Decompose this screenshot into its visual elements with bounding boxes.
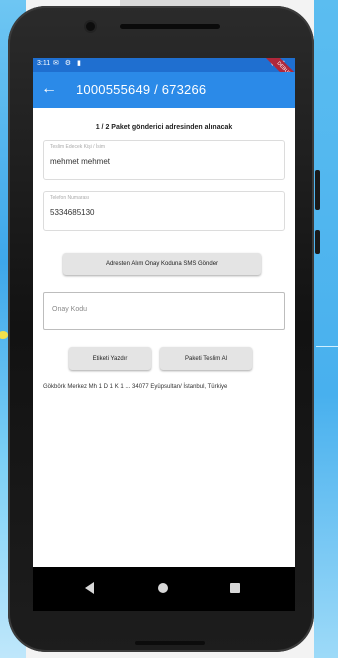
app-bar: ← 1000555649 / 673266 bbox=[33, 72, 295, 108]
send-sms-button[interactable]: Adresten Alım Onay Koduna SMS Gönder bbox=[63, 253, 261, 275]
volume-button bbox=[315, 170, 320, 210]
print-label-button[interactable]: Etiketi Yazdır bbox=[69, 347, 151, 370]
page-title: 1000555649 / 673266 bbox=[76, 82, 207, 97]
system-navigation-bar bbox=[33, 567, 295, 611]
nav-recents-icon[interactable] bbox=[230, 583, 240, 593]
back-arrow-icon[interactable]: ← bbox=[41, 80, 57, 98]
background-right bbox=[314, 0, 338, 658]
pickup-info-text: 1 / 2 Paket gönderici adresinden alınaca… bbox=[95, 124, 233, 131]
phone-chin-bar bbox=[135, 641, 205, 645]
otp-placeholder: Onay Kodu bbox=[52, 306, 88, 313]
front-camera-icon bbox=[86, 22, 95, 31]
notification-icons: ✉ ⚙ ▮ bbox=[53, 60, 83, 67]
status-bar: 3:11 ✉ ⚙ ▮ ▾◢▮ bbox=[33, 58, 295, 72]
name-field-value: mehmet mehmet bbox=[50, 157, 111, 166]
status-time: 3:11 bbox=[37, 60, 51, 67]
phone-field-label: Telefon Numarası bbox=[50, 195, 90, 201]
phone-field[interactable]: Telefon Numarası 5334685130 bbox=[43, 191, 285, 231]
nav-home-icon[interactable] bbox=[158, 583, 168, 593]
nav-back-icon[interactable] bbox=[85, 582, 94, 594]
phone-field-value: 5334685130 bbox=[50, 208, 95, 217]
earpiece-speaker bbox=[120, 24, 220, 29]
power-button bbox=[315, 230, 320, 254]
phone-screen: 3:11 ✉ ⚙ ▮ ▾◢▮ DEBUG ← 1000555649 / 6732… bbox=[33, 58, 295, 611]
name-field-label: Teslim Edecek Kişi / İsim bbox=[50, 144, 106, 150]
address-text: Gökbörk Merkez Mh 1 D 1 K 1 ... 34077 Ey… bbox=[43, 384, 228, 390]
background-line bbox=[316, 346, 338, 347]
name-field[interactable]: Teslim Edecek Kişi / İsim mehmet mehmet bbox=[43, 140, 285, 180]
otp-input[interactable]: Onay Kodu bbox=[43, 292, 285, 330]
receive-package-button[interactable]: Paketi Teslim Al bbox=[160, 347, 252, 370]
